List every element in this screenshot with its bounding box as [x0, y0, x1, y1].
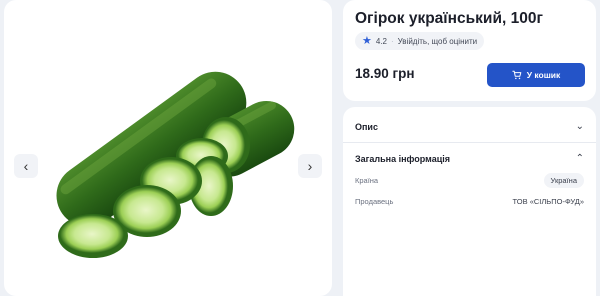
add-to-cart-label: У кошик — [526, 70, 561, 80]
chevron-down-icon: ⌄ — [575, 121, 584, 132]
divider — [343, 142, 596, 143]
product-image — [56, 71, 295, 258]
rate-prompt-link[interactable]: Увійдіть, щоб оцінити — [398, 37, 477, 46]
star-icon: ★ — [362, 34, 372, 47]
product-info-card: Опис ⌄ Загальна інформація ⌃ Країна Укра… — [343, 107, 596, 296]
general-info-heading: Загальна інформація — [355, 153, 450, 164]
general-info-toggle[interactable]: Загальна інформація ⌃ — [355, 153, 584, 164]
product-gallery: ‹ › — [4, 0, 332, 296]
rating-pill[interactable]: ★ 4.2 · Увійдіть, щоб оцінити — [355, 32, 485, 50]
gallery-next-button[interactable]: › — [298, 154, 322, 178]
rating-value: 4.2 — [375, 36, 387, 46]
chevron-up-icon: ⌃ — [575, 153, 584, 164]
detail-row-seller: Продавець ТОВ «СІЛЬПО-ФУД» — [355, 197, 584, 206]
product-price: 18.90 грн — [355, 66, 415, 81]
description-toggle[interactable]: Опис ⌄ — [355, 121, 584, 132]
add-to-cart-button[interactable]: У кошик — [487, 63, 585, 87]
gallery-prev-button[interactable]: ‹ — [14, 154, 38, 178]
chevron-right-icon: › — [307, 158, 313, 174]
seller-value: ТОВ «СІЛЬПО-ФУД» — [512, 197, 584, 206]
description-heading: Опис — [355, 121, 378, 132]
country-badge: Україна — [543, 173, 584, 188]
separator-dot: · — [391, 36, 394, 46]
cart-icon — [512, 70, 522, 80]
detail-label: Продавець — [355, 197, 394, 206]
detail-row-country: Країна Україна — [355, 173, 584, 188]
product-summary-card: Огірок український, 100г ★ 4.2 · Увійдіт… — [343, 0, 596, 101]
product-title: Огірок український, 100г — [355, 10, 543, 27]
detail-label: Країна — [355, 176, 379, 185]
chevron-left-icon: ‹ — [23, 158, 29, 174]
